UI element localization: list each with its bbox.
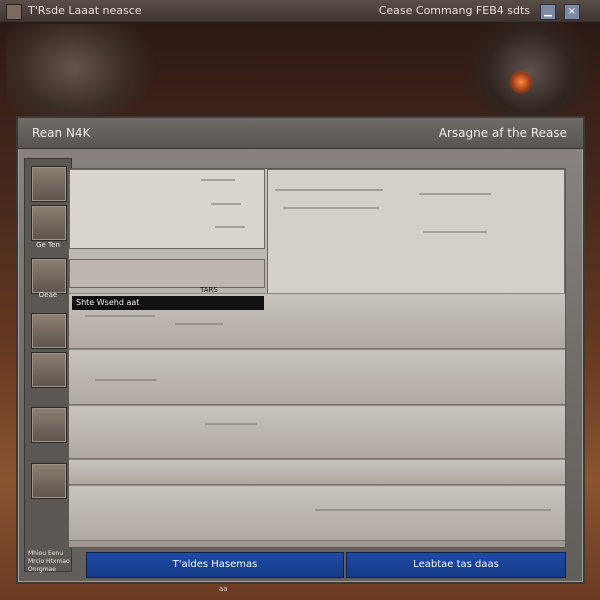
text-line bbox=[283, 207, 379, 209]
sidebar-tile-4[interactable] bbox=[31, 313, 67, 349]
text-line bbox=[85, 315, 155, 317]
sidebar-tile-7[interactable] bbox=[31, 463, 67, 499]
app-logo bbox=[6, 4, 22, 20]
panel-box-3 bbox=[69, 259, 265, 288]
panel-box-2 bbox=[267, 169, 565, 295]
text-line bbox=[201, 179, 235, 181]
bottom-mark: aa bbox=[219, 585, 228, 593]
side-footer-text: Mhiou Eenu Mrcio Htxmao Onrgmae bbox=[28, 550, 70, 573]
dropdown-hint: TARS bbox=[200, 286, 218, 294]
panel-header: Rean N4K Arsagne af the Rease bbox=[18, 118, 583, 149]
sidebar-tile-3[interactable] bbox=[31, 258, 67, 294]
table-row[interactable] bbox=[69, 459, 565, 485]
left-action-button[interactable]: T'aldes Hasemas bbox=[86, 552, 344, 578]
table-row[interactable] bbox=[69, 349, 565, 405]
table-row[interactable] bbox=[69, 485, 565, 541]
sidebar-tile-5[interactable] bbox=[31, 352, 67, 388]
text-line bbox=[175, 323, 223, 325]
text-line bbox=[215, 226, 245, 228]
text-line bbox=[315, 509, 551, 511]
panel-title-right: Arsagne af the Rease bbox=[438, 126, 567, 140]
window-caption: Cease Commang FEB4 sdts bbox=[378, 4, 530, 17]
table-row[interactable] bbox=[69, 405, 565, 459]
text-line bbox=[275, 189, 383, 191]
sidebar: Ge Ten Oeae bbox=[24, 158, 72, 572]
content-area bbox=[68, 168, 566, 548]
panel-box-1 bbox=[69, 169, 265, 249]
sidebar-label-1: Ge Ten bbox=[36, 241, 60, 249]
text-line bbox=[205, 423, 257, 425]
text-line bbox=[423, 231, 487, 233]
right-action-button[interactable]: Leabtae tas daas bbox=[346, 552, 566, 578]
text-line bbox=[95, 379, 157, 381]
close-button[interactable]: × bbox=[564, 4, 580, 20]
selected-entry-label: Shte Wsehd aat bbox=[72, 296, 264, 310]
app-title: T'Rsde Laaat neasce bbox=[28, 4, 142, 17]
panel-title-left: Rean N4K bbox=[32, 126, 91, 140]
minimize-button[interactable]: ▁ bbox=[540, 4, 556, 20]
helmet-light-icon bbox=[509, 70, 533, 94]
main-panel: Rean N4K Arsagne af the Rease Ge Ten Oea… bbox=[16, 116, 585, 584]
text-line bbox=[419, 193, 491, 195]
sidebar-tile-6[interactable] bbox=[31, 407, 67, 443]
text-line bbox=[211, 203, 241, 205]
top-bar: T'Rsde Laaat neasce Cease Commang FEB4 s… bbox=[0, 0, 600, 23]
sidebar-label-2: Oeae bbox=[38, 291, 58, 299]
sidebar-tile-1[interactable] bbox=[31, 166, 67, 202]
sidebar-tile-2[interactable] bbox=[31, 205, 67, 241]
